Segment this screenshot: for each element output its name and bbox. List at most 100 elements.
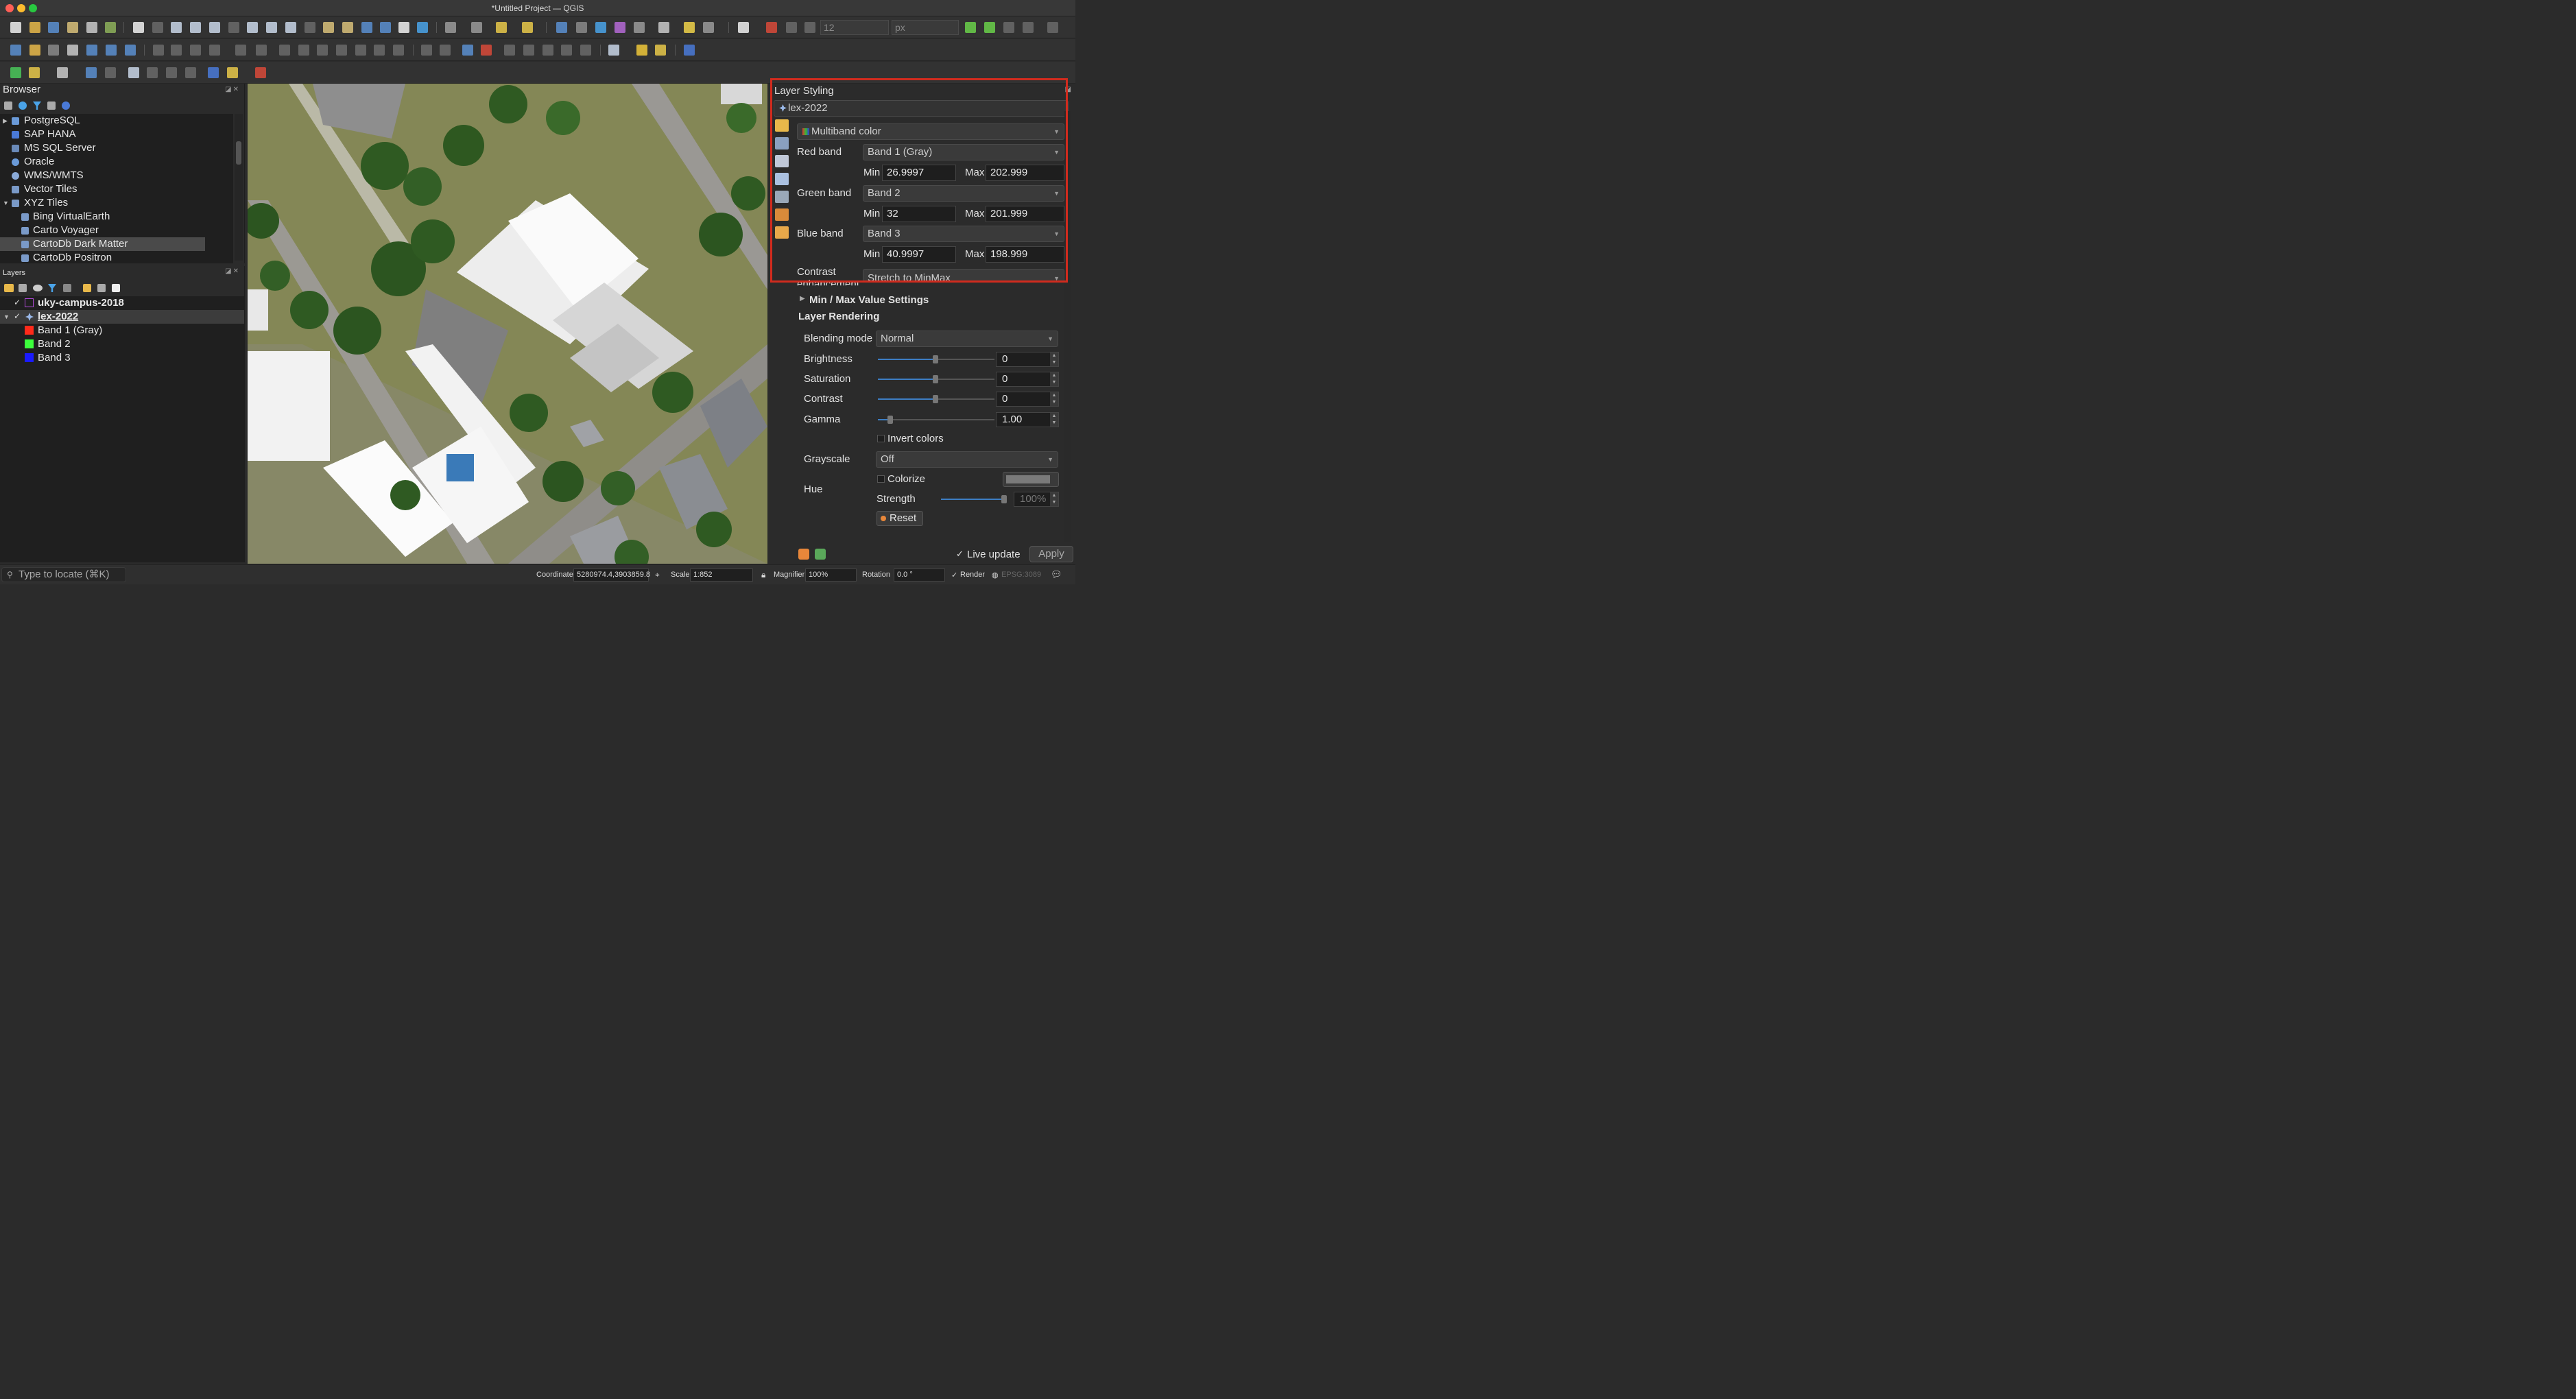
- identify-features-icon[interactable]: [443, 20, 458, 35]
- collapse-all-layers-icon[interactable]: [97, 284, 106, 292]
- new-bookmark-icon[interactable]: [359, 20, 374, 35]
- undo-style-icon[interactable]: [798, 549, 809, 560]
- zoom-window-button[interactable]: [29, 4, 37, 12]
- show-bookmarks-icon[interactable]: [378, 20, 393, 35]
- save-project-icon[interactable]: [46, 20, 61, 35]
- open-layer-styling-icon[interactable]: [4, 284, 14, 292]
- filter-legend-icon[interactable]: [48, 284, 56, 292]
- list-item[interactable]: Vector Tiles: [0, 182, 233, 196]
- add-delimited-text-icon[interactable]: [65, 43, 80, 58]
- strength-spinbox[interactable]: 100% ▲ ▼: [1014, 492, 1059, 507]
- label-toolbar-icon[interactable]: [419, 43, 434, 58]
- open-project-icon[interactable]: [27, 20, 43, 35]
- paste-features-icon[interactable]: [353, 43, 368, 58]
- data-source-manager-icon[interactable]: [8, 43, 23, 58]
- new-geopackage-layer-icon[interactable]: [27, 43, 43, 58]
- renderer-type-select[interactable]: Multiband color ▼: [797, 123, 1064, 140]
- new-3d-map-icon[interactable]: [340, 20, 355, 35]
- snap-intersections-icon[interactable]: [982, 20, 997, 35]
- history-icon[interactable]: [775, 226, 789, 239]
- quickmapservices-icon[interactable]: [653, 43, 668, 58]
- list-item[interactable]: Oracle: [0, 155, 233, 169]
- digitize-grid-icon[interactable]: [55, 65, 70, 80]
- save-edits-icon[interactable]: [188, 43, 203, 58]
- layer-diagram-icon[interactable]: [479, 43, 494, 58]
- browser-panel-controls[interactable]: ◪✕: [225, 86, 240, 93]
- list-item[interactable]: CartoDb Positron: [0, 251, 233, 263]
- browser-scrollbar[interactable]: [235, 114, 243, 261]
- styling-panel-controls[interactable]: ◪: [1065, 86, 1073, 93]
- add-selected-layers-icon[interactable]: [4, 101, 12, 110]
- open-attribute-table-icon[interactable]: [469, 20, 484, 35]
- new-project-icon[interactable]: [8, 20, 23, 35]
- zoom-next-icon[interactable]: [302, 20, 318, 35]
- lock-scale-icon[interactable]: 🔒︎: [761, 570, 765, 580]
- properties-icon[interactable]: [62, 101, 70, 110]
- zoom-native-icon[interactable]: [264, 20, 279, 35]
- pyramids-icon[interactable]: [775, 191, 789, 203]
- refresh-icon[interactable]: [19, 101, 27, 110]
- digitize-shape-icon[interactable]: [254, 43, 269, 58]
- expand-arrow-icon[interactable]: ▼: [3, 310, 10, 324]
- snapping-icon[interactable]: [764, 20, 779, 35]
- rendering-icon[interactable]: [775, 173, 789, 185]
- filter-by-expression-icon[interactable]: [63, 284, 71, 292]
- colorize-checkbox[interactable]: [877, 475, 885, 483]
- brightness-spinbox[interactable]: 0 ▲ ▼: [996, 352, 1059, 367]
- gamma-spinbox[interactable]: 1.00 ▲ ▼: [996, 412, 1059, 427]
- topology-icon[interactable]: [145, 65, 160, 80]
- toggle-editing-icon[interactable]: [151, 43, 166, 58]
- list-item[interactable]: ▼ XYZ Tiles: [0, 196, 233, 210]
- layer-item[interactable]: ✓ uky-campus-2018: [0, 296, 244, 310]
- metasearch-icon[interactable]: [606, 43, 621, 58]
- settings-wrench-icon[interactable]: [225, 65, 240, 80]
- copy-features-icon[interactable]: [334, 43, 349, 58]
- zoom-last-icon[interactable]: [283, 20, 298, 35]
- move-label-icon[interactable]: [540, 43, 556, 58]
- reset-button[interactable]: Reset: [876, 511, 923, 526]
- histogram-icon[interactable]: [775, 155, 789, 167]
- help-icon[interactable]: [682, 43, 697, 58]
- cut-features-icon[interactable]: [315, 43, 330, 58]
- manage-visibility-icon[interactable]: [33, 285, 43, 291]
- zoom-in-icon[interactable]: [169, 20, 184, 35]
- layout-manager-icon[interactable]: [84, 20, 99, 35]
- green-band-select[interactable]: Band 2 ▼: [863, 185, 1064, 202]
- zoom-out-icon[interactable]: [188, 20, 203, 35]
- identify-icon[interactable]: [554, 20, 569, 35]
- list-item[interactable]: Bing VirtualEarth: [0, 210, 233, 224]
- grayscale-select[interactable]: Off ▼: [876, 451, 1058, 468]
- blending-mode-select[interactable]: Normal ▼: [876, 331, 1058, 347]
- expand-arrow-icon[interactable]: ▶: [800, 295, 805, 302]
- filter-icon[interactable]: [33, 101, 41, 110]
- locator-search-input[interactable]: ⚲ Type to locate (⌘K): [1, 567, 126, 582]
- temporal-controller-icon[interactable]: [396, 20, 412, 35]
- scale-field[interactable]: 1:852: [690, 569, 753, 582]
- measure-icon[interactable]: [656, 20, 671, 35]
- layer-select[interactable]: lex-2022: [774, 100, 1069, 117]
- list-item[interactable]: SAP HANA: [0, 128, 233, 141]
- minimize-window-button[interactable]: [17, 4, 25, 12]
- offset-curve-icon[interactable]: [183, 65, 198, 80]
- delete-selected-icon[interactable]: [296, 43, 311, 58]
- red-band-select[interactable]: Band 1 (Gray) ▼: [863, 144, 1064, 160]
- styling-scrollbar[interactable]: [1064, 111, 1071, 542]
- symbology-icon[interactable]: [775, 119, 789, 132]
- snapping-mode-icon[interactable]: [784, 20, 799, 35]
- transparency-icon[interactable]: [775, 137, 789, 150]
- rotate-label-icon[interactable]: [559, 43, 574, 58]
- saturation-spinbox[interactable]: 0 ▲ ▼: [996, 372, 1059, 387]
- info-icon[interactable]: [206, 65, 221, 80]
- raster-calculator-icon[interactable]: [27, 65, 42, 80]
- add-raster-layer-icon[interactable]: [84, 43, 99, 58]
- topological-editing-icon[interactable]: [963, 20, 978, 35]
- invert-colors-checkbox[interactable]: [877, 435, 885, 442]
- snapping-type-icon[interactable]: [802, 20, 818, 35]
- undo-icon[interactable]: [372, 43, 387, 58]
- self-snapping-icon[interactable]: [1045, 20, 1060, 35]
- list-item-selected[interactable]: CartoDb Dark Matter: [0, 237, 205, 251]
- snapping-tolerance-input[interactable]: 12: [820, 20, 889, 35]
- redo-style-icon[interactable]: [815, 549, 826, 560]
- tracing-icon[interactable]: [1001, 20, 1016, 35]
- add-vector-layer-icon[interactable]: [123, 43, 138, 58]
